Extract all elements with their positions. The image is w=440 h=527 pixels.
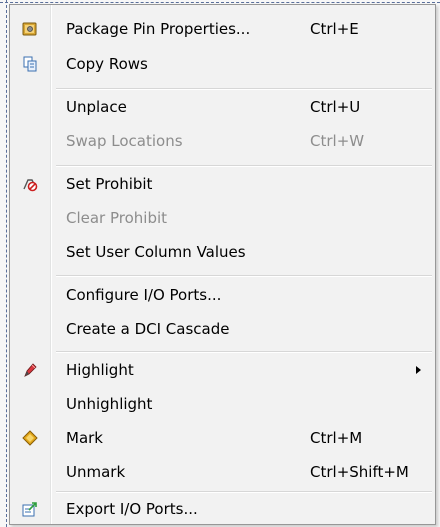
menu-item-label: Unmark	[66, 463, 126, 481]
menu-item-clear-prohibit[interactable]: Clear Prohibit	[10, 203, 435, 233]
menu-item-create-dci-cascade[interactable]: Create a DCI Cascade	[10, 314, 435, 344]
copy-icon	[23, 56, 37, 72]
menu-item-shortcut: Ctrl+Shift+M	[310, 463, 409, 481]
menu-item-package-pin-properties[interactable]: Package Pin Properties... Ctrl+E	[10, 14, 435, 44]
menu-item-set-user-column-values[interactable]: Set User Column Values	[10, 237, 435, 267]
menu-item-label: Clear Prohibit	[66, 209, 168, 227]
menu-item-label: Create a DCI Cascade	[66, 320, 230, 338]
mark-diamond-icon	[22, 430, 38, 446]
submenu-arrow-icon	[416, 366, 421, 374]
menu-item-label: Copy Rows	[66, 55, 148, 73]
selection-border-top	[0, 2, 440, 3]
menu-separator	[56, 351, 432, 353]
menu-item-label: Set Prohibit	[66, 175, 153, 193]
menu-item-label: Set User Column Values	[66, 243, 246, 261]
menu-separator	[56, 88, 432, 90]
menu-item-label: Swap Locations	[66, 132, 183, 150]
export-icon	[22, 502, 37, 517]
menu-item-label: Highlight	[66, 361, 134, 379]
menu-item-unhighlight[interactable]: Unhighlight	[10, 389, 435, 419]
menu-separator	[56, 275, 432, 277]
menu-separator	[56, 491, 432, 493]
selection-border-left	[6, 0, 7, 527]
menu-item-configure-io-ports[interactable]: Configure I/O Ports...	[10, 280, 435, 310]
context-menu: Package Pin Properties... Ctrl+E Copy Ro…	[9, 4, 436, 525]
menu-item-shortcut: Ctrl+W	[310, 132, 365, 150]
menu-item-export-io-ports[interactable]: Export I/O Ports...	[10, 494, 435, 524]
menu-item-set-prohibit[interactable]: Set Prohibit	[10, 169, 435, 199]
menu-item-shortcut: Ctrl+E	[310, 20, 359, 38]
menu-item-label: Unplace	[66, 98, 127, 116]
menu-separator	[56, 165, 432, 167]
menu-item-label: Unhighlight	[66, 395, 153, 413]
prohibit-icon	[23, 179, 38, 192]
menu-item-label: Package Pin Properties...	[66, 20, 251, 38]
menu-item-swap-locations[interactable]: Swap Locations Ctrl+W	[10, 126, 435, 156]
menu-item-shortcut: Ctrl+U	[310, 98, 361, 116]
menu-item-label: Mark	[66, 429, 103, 447]
menu-item-label: Configure I/O Ports...	[66, 286, 222, 304]
menu-item-mark[interactable]: Mark Ctrl+M	[10, 423, 435, 453]
menu-item-copy-rows[interactable]: Copy Rows	[10, 49, 435, 79]
menu-item-unmark[interactable]: Unmark Ctrl+Shift+M	[10, 457, 435, 487]
menu-item-label: Export I/O Ports...	[66, 500, 198, 518]
menu-item-unplace[interactable]: Unplace Ctrl+U	[10, 92, 435, 122]
menu-item-highlight[interactable]: Highlight	[10, 355, 435, 385]
highlight-pen-icon	[24, 363, 37, 377]
menu-item-shortcut: Ctrl+M	[310, 429, 363, 447]
package-properties-icon	[22, 22, 37, 36]
